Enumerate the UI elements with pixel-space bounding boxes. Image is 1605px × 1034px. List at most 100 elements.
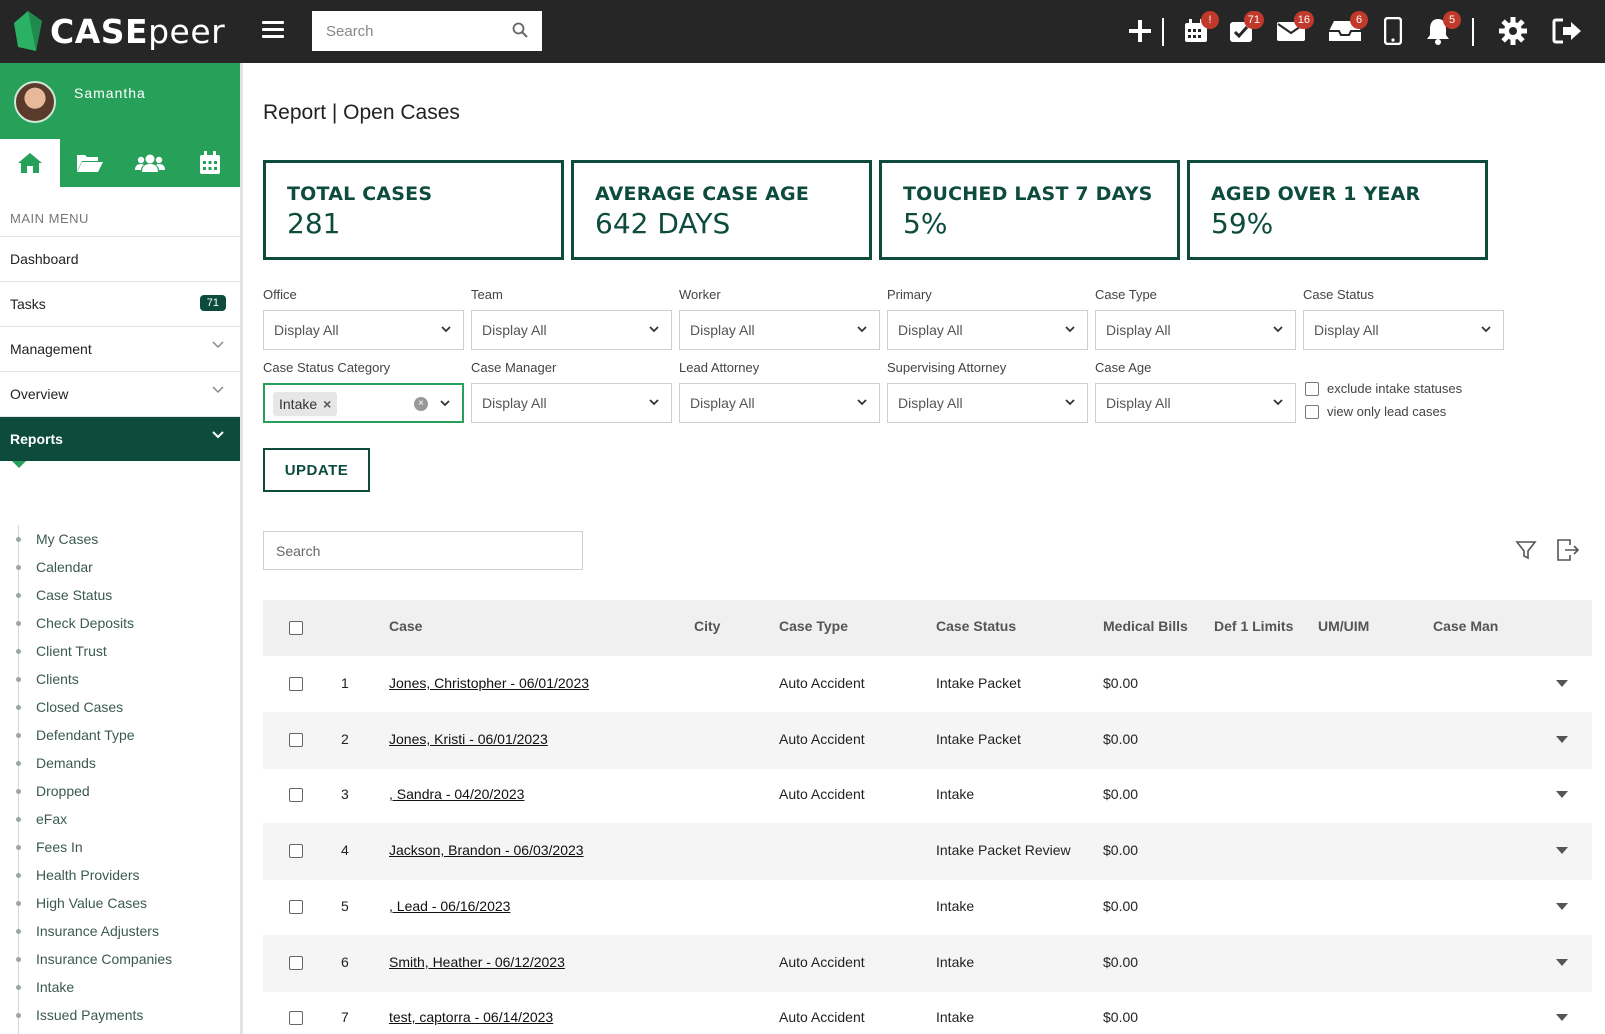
tab-cases[interactable] bbox=[60, 139, 120, 187]
tab-home[interactable] bbox=[0, 139, 60, 187]
global-search-input[interactable] bbox=[312, 11, 542, 51]
submenu-item[interactable]: Demands bbox=[0, 749, 240, 777]
export-icon[interactable] bbox=[1555, 537, 1581, 563]
sidebar-item-label: Overview bbox=[10, 386, 69, 402]
hamburger-menu-icon[interactable] bbox=[262, 21, 284, 39]
sidebar-item-management[interactable]: Management bbox=[0, 326, 240, 371]
row-expand-caret-icon[interactable] bbox=[1556, 959, 1568, 966]
row-expand-caret-icon[interactable] bbox=[1556, 680, 1568, 687]
tab-contacts[interactable] bbox=[120, 139, 180, 187]
username[interactable]: Samantha bbox=[74, 85, 146, 101]
team-select[interactable]: Display All bbox=[471, 310, 672, 350]
casepeer-logo[interactable]: CASEpeer bbox=[14, 8, 225, 54]
case-link[interactable]: Jones, Christopher - 06/01/2023 bbox=[389, 675, 589, 691]
submenu-item[interactable]: Calendar bbox=[0, 553, 240, 581]
case-link[interactable]: Smith, Heather - 06/12/2023 bbox=[389, 954, 565, 970]
row-checkbox[interactable] bbox=[289, 900, 303, 914]
col-case-manager[interactable]: Case Man bbox=[1433, 618, 1498, 634]
worker-select[interactable]: Display All bbox=[679, 310, 880, 350]
case-link[interactable]: Jackson, Brandon - 06/03/2023 bbox=[389, 842, 584, 858]
col-city[interactable]: City bbox=[694, 618, 720, 634]
tasks-check-icon[interactable]: 71 bbox=[1224, 11, 1264, 48]
submenu-item[interactable]: My Cases bbox=[0, 525, 240, 553]
gear-icon[interactable] bbox=[1496, 14, 1530, 48]
submenu-item[interactable]: Defendant Type bbox=[0, 721, 240, 749]
submenu-item[interactable]: Dropped bbox=[0, 777, 240, 805]
col-case-type[interactable]: Case Type bbox=[779, 618, 848, 634]
exclude-intake-checkbox[interactable] bbox=[1305, 382, 1319, 396]
mail-icon[interactable]: 16 bbox=[1274, 11, 1314, 48]
primary-select[interactable]: Display All bbox=[887, 310, 1088, 350]
filter-icon[interactable] bbox=[1513, 537, 1539, 563]
lead-attorney-select[interactable]: Display All bbox=[679, 383, 880, 423]
office-select[interactable]: Display All bbox=[263, 310, 464, 350]
cell-case-status: Intake Packet bbox=[936, 675, 1021, 691]
case-link[interactable]: test, captorra - 06/14/2023 bbox=[389, 1009, 553, 1025]
case-status-label: Case Status bbox=[1303, 287, 1374, 302]
row-number: 1 bbox=[341, 675, 349, 691]
row-checkbox[interactable] bbox=[289, 677, 303, 691]
supervising-attorney-select[interactable]: Display All bbox=[887, 383, 1088, 423]
case-manager-select[interactable]: Display All bbox=[471, 383, 672, 423]
col-um-uim[interactable]: UM/UIM bbox=[1318, 618, 1369, 634]
row-expand-caret-icon[interactable] bbox=[1556, 903, 1568, 910]
select-all-checkbox[interactable] bbox=[289, 621, 303, 635]
submenu-item[interactable]: eFax bbox=[0, 805, 240, 833]
view-lead-checkbox[interactable] bbox=[1305, 405, 1319, 419]
row-expand-caret-icon[interactable] bbox=[1556, 736, 1568, 743]
row-expand-caret-icon[interactable] bbox=[1556, 791, 1568, 798]
submenu-item[interactable]: High Value Cases bbox=[0, 889, 240, 917]
table-search-input[interactable] bbox=[264, 532, 582, 569]
case-age-select[interactable]: Display All bbox=[1095, 383, 1296, 423]
sidebar-item-overview[interactable]: Overview bbox=[0, 371, 240, 416]
submenu-item[interactable]: Clients bbox=[0, 665, 240, 693]
case-type-select[interactable]: Display All bbox=[1095, 310, 1296, 350]
submenu-item[interactable]: Mass Torts bbox=[0, 1029, 240, 1034]
row-expand-caret-icon[interactable] bbox=[1556, 1014, 1568, 1021]
submenu-item[interactable]: Insurance Adjusters bbox=[0, 917, 240, 945]
case-link[interactable]: , Sandra - 04/20/2023 bbox=[389, 786, 524, 802]
inbox-tray-icon[interactable]: 6 bbox=[1328, 11, 1368, 48]
avatar[interactable] bbox=[14, 81, 56, 123]
row-expand-caret-icon[interactable] bbox=[1556, 847, 1568, 854]
plus-icon[interactable] bbox=[1123, 14, 1157, 48]
case-link[interactable]: Jones, Kristi - 06/01/2023 bbox=[389, 731, 548, 747]
row-checkbox[interactable] bbox=[289, 1011, 303, 1025]
clear-selection-icon[interactable]: × bbox=[414, 397, 428, 411]
submenu-item[interactable]: Issued Payments bbox=[0, 1001, 240, 1029]
submenu-item[interactable]: Fees In bbox=[0, 833, 240, 861]
col-medical-bills[interactable]: Medical Bills bbox=[1103, 618, 1188, 634]
tab-calendar[interactable] bbox=[180, 139, 240, 187]
team-label: Team bbox=[471, 287, 503, 302]
phone-icon[interactable] bbox=[1376, 14, 1410, 48]
submenu-item[interactable]: Intake bbox=[0, 973, 240, 1001]
search-icon[interactable] bbox=[512, 22, 528, 38]
sidebar-item-tasks[interactable]: Tasks 71 bbox=[0, 281, 240, 326]
sidebar-icon-tabs bbox=[0, 139, 240, 187]
col-case-status[interactable]: Case Status bbox=[936, 618, 1016, 634]
row-checkbox[interactable] bbox=[289, 733, 303, 747]
calendar-icon[interactable]: ! bbox=[1179, 11, 1219, 48]
logout-icon[interactable] bbox=[1550, 14, 1584, 48]
col-case[interactable]: Case bbox=[389, 618, 422, 634]
submenu-item[interactable]: Insurance Companies bbox=[0, 945, 240, 973]
row-checkbox[interactable] bbox=[289, 844, 303, 858]
chip-remove-icon[interactable]: × bbox=[323, 396, 331, 412]
row-checkbox[interactable] bbox=[289, 788, 303, 802]
submenu-item[interactable]: Check Deposits bbox=[0, 609, 240, 637]
case-status-category-select[interactable]: Intake × × bbox=[263, 383, 464, 423]
row-checkbox[interactable] bbox=[289, 956, 303, 970]
submenu-item[interactable]: Health Providers bbox=[0, 861, 240, 889]
update-button[interactable]: UPDATE bbox=[263, 448, 370, 492]
submenu-item[interactable]: Client Trust bbox=[0, 637, 240, 665]
submenu-item[interactable]: Closed Cases bbox=[0, 693, 240, 721]
case-link[interactable]: , Lead - 06/16/2023 bbox=[389, 898, 510, 914]
select-value: Display All bbox=[1106, 322, 1171, 338]
sidebar-item-dashboard[interactable]: Dashboard bbox=[0, 236, 240, 281]
col-def1-limits[interactable]: Def 1 Limits bbox=[1214, 618, 1293, 634]
bell-icon[interactable]: 5 bbox=[1421, 11, 1461, 48]
cell-case-type: Auto Accident bbox=[779, 954, 865, 970]
case-status-select[interactable]: Display All bbox=[1303, 310, 1504, 350]
sidebar-item-reports[interactable]: Reports bbox=[0, 416, 240, 468]
submenu-item[interactable]: Case Status bbox=[0, 581, 240, 609]
